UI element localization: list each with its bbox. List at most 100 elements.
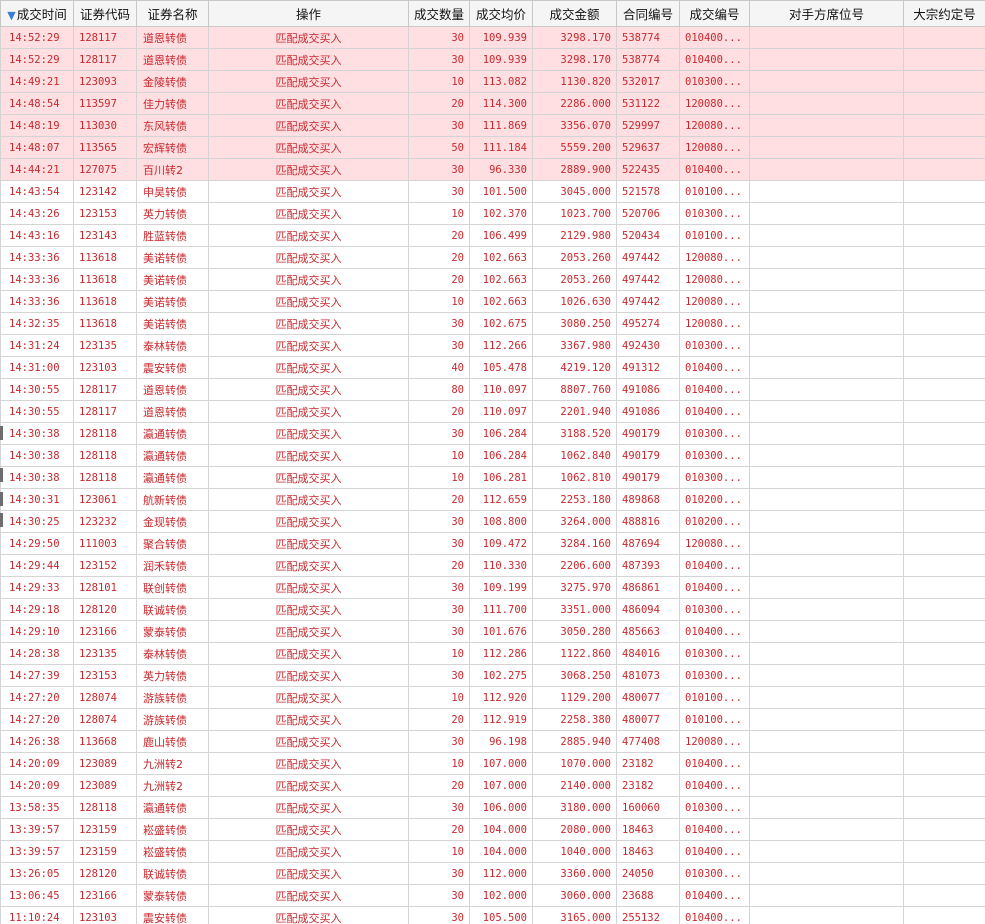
table-row[interactable]: 11:10:24 123103 震安转债 匹配成交买入 30 105.500 3165.00… xyxy=(0,906,985,924)
column-header-block-trade-no[interactable]: 大宗约定号 xyxy=(903,0,985,27)
cell-operation: 匹配成交买入 xyxy=(208,378,409,401)
cell-quantity: 10 xyxy=(408,686,470,709)
table-row[interactable]: 14:30:38 128118 瀛通转债 匹配成交买入 30 106.284 3188.52… xyxy=(0,422,985,445)
cell-trade-no: 010300... xyxy=(679,598,750,621)
table-row[interactable]: 14:48:07 113565 宏辉转债 匹配成交买入 50 111.184 5559.20… xyxy=(0,136,985,159)
cell-counterparty-seat xyxy=(749,708,904,731)
cell-operation: 匹配成交买入 xyxy=(208,752,409,775)
cell-security-name: 美诺转债 xyxy=(136,312,209,335)
cell-amount: 1062.810 xyxy=(532,466,617,489)
table-row[interactable]: 14:27:20 128074 游族转债 匹配成交买入 10 112.920 1129.20… xyxy=(0,686,985,709)
column-header-amount[interactable]: 成交金额 xyxy=(532,0,617,27)
cell-contract-no: 497442 xyxy=(616,246,680,269)
cell-contract-no: 488816 xyxy=(616,510,680,533)
table-row[interactable]: 14:30:55 128117 道恩转债 匹配成交买入 20 110.097 2201.94… xyxy=(0,400,985,423)
column-header-security-name[interactable]: 证券名称 xyxy=(136,0,209,27)
cell-counterparty-seat xyxy=(749,510,904,533)
table-row[interactable]: 14:52:29 128117 道恩转债 匹配成交买入 30 109.939 3298.17… xyxy=(0,26,985,49)
table-row[interactable]: 14:31:24 123135 泰林转债 匹配成交买入 30 112.266 3367.98… xyxy=(0,334,985,357)
cell-contract-no: 484016 xyxy=(616,642,680,665)
table-row[interactable]: 14:29:33 128101 联创转债 匹配成交买入 30 109.199 3275.97… xyxy=(0,576,985,599)
table-row[interactable]: 14:30:38 128118 瀛通转债 匹配成交买入 10 106.284 1062.84… xyxy=(0,444,985,467)
table-row[interactable]: 14:43:54 123142 申昊转债 匹配成交买入 30 101.500 3045.00… xyxy=(0,180,985,203)
cell-security-name: 崧盛转债 xyxy=(136,818,209,841)
cell-block-trade-no xyxy=(903,840,985,863)
table-row[interactable]: 14:27:39 123153 英力转债 匹配成交买入 30 102.275 3068.25… xyxy=(0,664,985,687)
cell-amount: 1062.840 xyxy=(532,444,617,467)
cell-amount: 3367.980 xyxy=(532,334,617,357)
table-row[interactable]: 14:33:36 113618 美诺转债 匹配成交买入 20 102.663 2053.26… xyxy=(0,268,985,291)
cell-trade-time: 14:28:38 xyxy=(0,642,74,665)
table-row[interactable]: 13:58:35 128118 瀛通转债 匹配成交买入 30 106.000 3180.00… xyxy=(0,796,985,819)
column-header-security-code[interactable]: 证券代码 xyxy=(73,0,137,27)
cell-trade-no: 010300... xyxy=(679,664,750,687)
cell-block-trade-no xyxy=(903,752,985,775)
cell-security-name: 道恩转债 xyxy=(136,48,209,71)
table-row[interactable]: 14:33:36 113618 美诺转债 匹配成交买入 10 102.663 1026.63… xyxy=(0,290,985,313)
table-row[interactable]: 14:43:16 123143 胜蓝转债 匹配成交买入 20 106.499 2129.98… xyxy=(0,224,985,247)
cell-trade-time: 13:58:35 xyxy=(0,796,74,819)
column-header-contract-no[interactable]: 合同编号 xyxy=(616,0,680,27)
cell-avg-price: 102.370 xyxy=(469,202,533,225)
column-header-trade-no[interactable]: 成交编号 xyxy=(679,0,750,27)
table-row[interactable]: 14:30:55 128117 道恩转债 匹配成交买入 80 110.097 8807.76… xyxy=(0,378,985,401)
cell-trade-time: 14:30:55 xyxy=(0,400,74,423)
cell-avg-price: 96.330 xyxy=(469,158,533,181)
table-row[interactable]: 14:30:25 123232 金现转债 匹配成交买入 30 108.800 3264.00… xyxy=(0,510,985,533)
table-row[interactable]: 13:26:05 128120 联诚转债 匹配成交买入 30 112.000 3360.00… xyxy=(0,862,985,885)
cell-security-code: 113618 xyxy=(73,246,137,269)
table-row[interactable]: 14:30:31 123061 航新转债 匹配成交买入 20 112.659 2253.18… xyxy=(0,488,985,511)
cell-block-trade-no xyxy=(903,642,985,665)
cell-operation: 匹配成交买入 xyxy=(208,686,409,709)
cell-quantity: 30 xyxy=(408,510,470,533)
table-row[interactable]: 14:48:54 113597 佳力转债 匹配成交买入 20 114.300 2286.00… xyxy=(0,92,985,115)
table-row[interactable]: 14:31:00 123103 震安转债 匹配成交买入 40 105.478 4219.12… xyxy=(0,356,985,379)
table-row[interactable]: 14:49:21 123093 金陵转债 匹配成交买入 10 113.082 1130.82… xyxy=(0,70,985,93)
table-row[interactable]: 14:28:38 123135 泰林转债 匹配成交买入 10 112.286 1122.86… xyxy=(0,642,985,665)
table-row[interactable]: 14:26:38 113668 鹿山转债 匹配成交买入 30 96.198 2885.940… xyxy=(0,730,985,753)
column-header-avg-price[interactable]: 成交均价 xyxy=(469,0,533,27)
table-row[interactable]: 14:43:26 123153 英力转债 匹配成交买入 10 102.370 1023.70… xyxy=(0,202,985,225)
cell-security-name: 瀛通转债 xyxy=(136,444,209,467)
column-header-counterparty-seat[interactable]: 对手方席位号 xyxy=(749,0,904,27)
table-row[interactable]: 14:33:36 113618 美诺转债 匹配成交买入 20 102.663 2053.26… xyxy=(0,246,985,269)
table-row[interactable]: 14:29:10 123166 蒙泰转债 匹配成交买入 30 101.676 3050.28… xyxy=(0,620,985,643)
table-row[interactable]: 14:32:35 113618 美诺转债 匹配成交买入 30 102.675 3080.25… xyxy=(0,312,985,335)
cell-operation: 匹配成交买入 xyxy=(208,532,409,555)
cell-avg-price: 102.675 xyxy=(469,312,533,335)
cell-security-name: 瀛通转债 xyxy=(136,466,209,489)
cell-block-trade-no xyxy=(903,356,985,379)
table-row[interactable]: 13:06:45 123166 蒙泰转债 匹配成交买入 30 102.000 3060.00… xyxy=(0,884,985,907)
cell-amount: 3045.000 xyxy=(532,180,617,203)
cell-amount: 2201.940 xyxy=(532,400,617,423)
table-row[interactable]: 14:29:50 111003 聚合转债 匹配成交买入 30 109.472 3284.16… xyxy=(0,532,985,555)
column-header-quantity[interactable]: 成交数量 xyxy=(408,0,470,27)
table-row[interactable]: 14:44:21 127075 百川转2 匹配成交买入 30 96.330 2889.900… xyxy=(0,158,985,181)
table-row[interactable]: 13:39:57 123159 崧盛转债 匹配成交买入 20 104.000 2080.00… xyxy=(0,818,985,841)
cell-contract-no: 490179 xyxy=(616,466,680,489)
table-row[interactable]: 14:52:29 128117 道恩转债 匹配成交买入 30 109.939 3298.17… xyxy=(0,48,985,71)
cell-avg-price: 112.659 xyxy=(469,488,533,511)
column-header-trade-time[interactable]: ▼成交时间 xyxy=(0,0,74,27)
cell-quantity: 10 xyxy=(408,290,470,313)
cell-block-trade-no xyxy=(903,422,985,445)
cell-trade-time: 14:32:35 xyxy=(0,312,74,335)
table-row[interactable]: 14:20:09 123089 九洲转2 匹配成交买入 20 107.000 2140.00… xyxy=(0,774,985,797)
table-row[interactable]: 14:48:19 113030 东风转债 匹配成交买入 30 111.869 3356.07… xyxy=(0,114,985,137)
cell-security-name: 道恩转债 xyxy=(136,378,209,401)
cell-contract-no: 477408 xyxy=(616,730,680,753)
cell-block-trade-no xyxy=(903,664,985,687)
cell-quantity: 30 xyxy=(408,422,470,445)
table-row[interactable]: 14:29:44 123152 润禾转债 匹配成交买入 20 110.330 2206.60… xyxy=(0,554,985,577)
cell-amount: 1040.000 xyxy=(532,840,617,863)
table-row[interactable]: 14:30:38 128118 瀛通转债 匹配成交买入 10 106.281 1062.81… xyxy=(0,466,985,489)
column-header-operation[interactable]: 操作 xyxy=(208,0,409,27)
cell-operation: 匹配成交买入 xyxy=(208,708,409,731)
table-row[interactable]: 14:20:09 123089 九洲转2 匹配成交买入 10 107.000 1070.00… xyxy=(0,752,985,775)
table-row[interactable]: 13:39:57 123159 崧盛转债 匹配成交买入 10 104.000 1040.00… xyxy=(0,840,985,863)
table-row[interactable]: 14:29:18 128120 联诚转债 匹配成交买入 30 111.700 3351.00… xyxy=(0,598,985,621)
table-row[interactable]: 14:27:20 128074 游族转债 匹配成交买入 20 112.919 2258.38… xyxy=(0,708,985,731)
cell-trade-no: 010400... xyxy=(679,774,750,797)
cell-amount: 3298.170 xyxy=(532,48,617,71)
cell-counterparty-seat xyxy=(749,884,904,907)
